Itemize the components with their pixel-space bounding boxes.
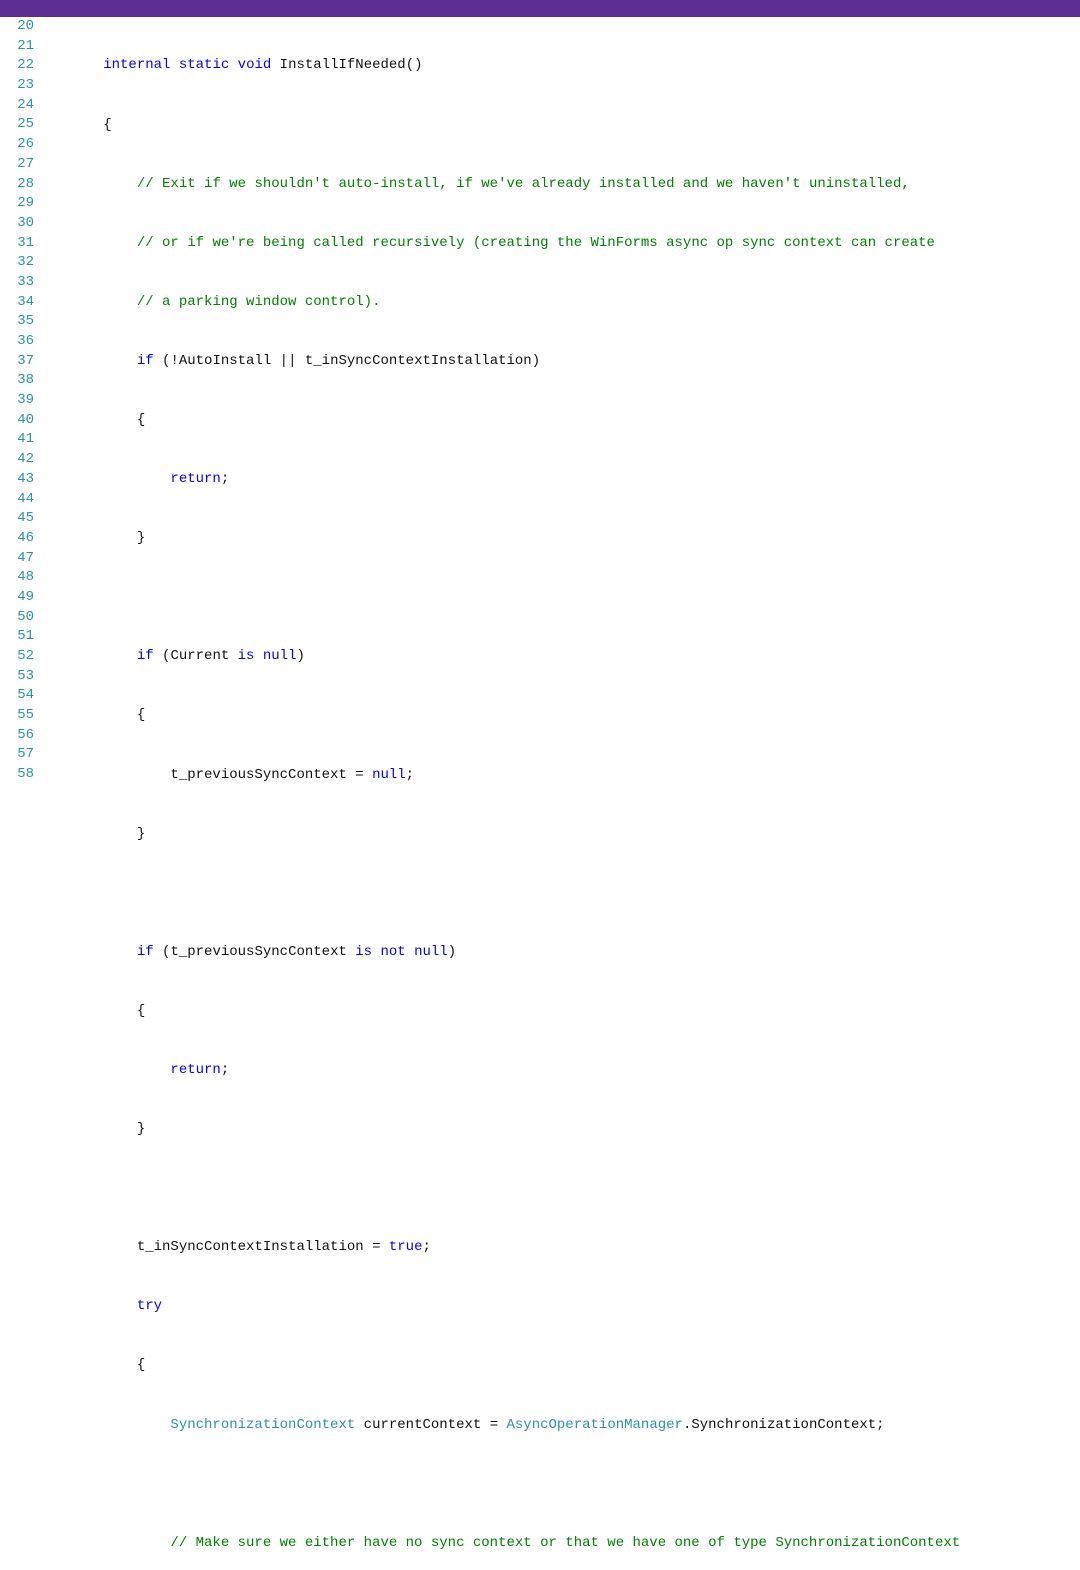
line-number: 46 [0, 529, 34, 549]
line-number: 49 [0, 588, 34, 608]
code-line: { [36, 1002, 960, 1022]
line-number: 35 [0, 312, 34, 332]
line-number-gutter: 2021222324252627282930313233343536373839… [0, 17, 36, 785]
line-number: 52 [0, 647, 34, 667]
code-line: { [36, 116, 960, 136]
code-line: { [36, 411, 960, 431]
code-line: try [36, 1297, 960, 1317]
line-number: 32 [0, 253, 34, 273]
line-number: 48 [0, 568, 34, 588]
line-number: 57 [0, 745, 34, 765]
line-number: 36 [0, 332, 34, 352]
line-number: 37 [0, 352, 34, 372]
code-line: return; [36, 470, 960, 490]
line-number: 38 [0, 371, 34, 391]
line-number: 25 [0, 115, 34, 135]
line-number: 42 [0, 450, 34, 470]
code-line: } [36, 1120, 960, 1140]
line-number: 20 [0, 17, 34, 37]
line-number: 56 [0, 726, 34, 746]
code-line: } [36, 529, 960, 549]
line-number: 39 [0, 391, 34, 411]
line-number: 50 [0, 608, 34, 628]
line-number: 33 [0, 273, 34, 293]
line-number: 51 [0, 627, 34, 647]
line-number: 24 [0, 96, 34, 116]
code-line: if (Current is null) [36, 647, 960, 667]
line-number: 21 [0, 37, 34, 57]
line-number: 58 [0, 765, 34, 785]
line-number: 43 [0, 470, 34, 490]
code-line: // or if we're being called recursively … [36, 234, 960, 254]
line-number: 29 [0, 194, 34, 214]
line-number: 44 [0, 490, 34, 510]
code-line: t_previousSyncContext = null; [36, 766, 960, 786]
line-number: 40 [0, 411, 34, 431]
code-area[interactable]: internal static void InstallIfNeeded() {… [36, 17, 960, 1570]
code-line: } [36, 825, 960, 845]
code-line: { [36, 706, 960, 726]
code-line: t_inSyncContextInstallation = true; [36, 1238, 960, 1258]
code-line: // Exit if we shouldn't auto-install, if… [36, 175, 960, 195]
line-number: 53 [0, 667, 34, 687]
line-number: 23 [0, 76, 34, 96]
code-line: // Make sure we either have no sync cont… [36, 1534, 960, 1554]
code-line [36, 588, 960, 608]
line-number: 30 [0, 214, 34, 234]
code-line [36, 884, 960, 904]
header-bar [0, 0, 1080, 17]
line-number: 22 [0, 56, 34, 76]
code-line: return; [36, 1061, 960, 1081]
code-line: internal static void InstallIfNeeded() [36, 56, 960, 76]
line-number: 54 [0, 686, 34, 706]
code-line: if (!AutoInstall || t_inSyncContextInsta… [36, 352, 960, 372]
line-number: 26 [0, 135, 34, 155]
line-number: 41 [0, 430, 34, 450]
line-number: 28 [0, 175, 34, 195]
line-number: 55 [0, 706, 34, 726]
code-line: // a parking window control). [36, 293, 960, 313]
code-line [36, 1179, 960, 1199]
code-line: { [36, 1356, 960, 1376]
code-line [36, 1475, 960, 1495]
line-number: 27 [0, 155, 34, 175]
line-number: 47 [0, 549, 34, 569]
line-number: 45 [0, 509, 34, 529]
code-line: if (t_previousSyncContext is not null) [36, 943, 960, 963]
line-number: 31 [0, 234, 34, 254]
line-number: 34 [0, 293, 34, 313]
code-editor: 2021222324252627282930313233343536373839… [0, 17, 1080, 1570]
code-line: SynchronizationContext currentContext = … [36, 1416, 960, 1436]
